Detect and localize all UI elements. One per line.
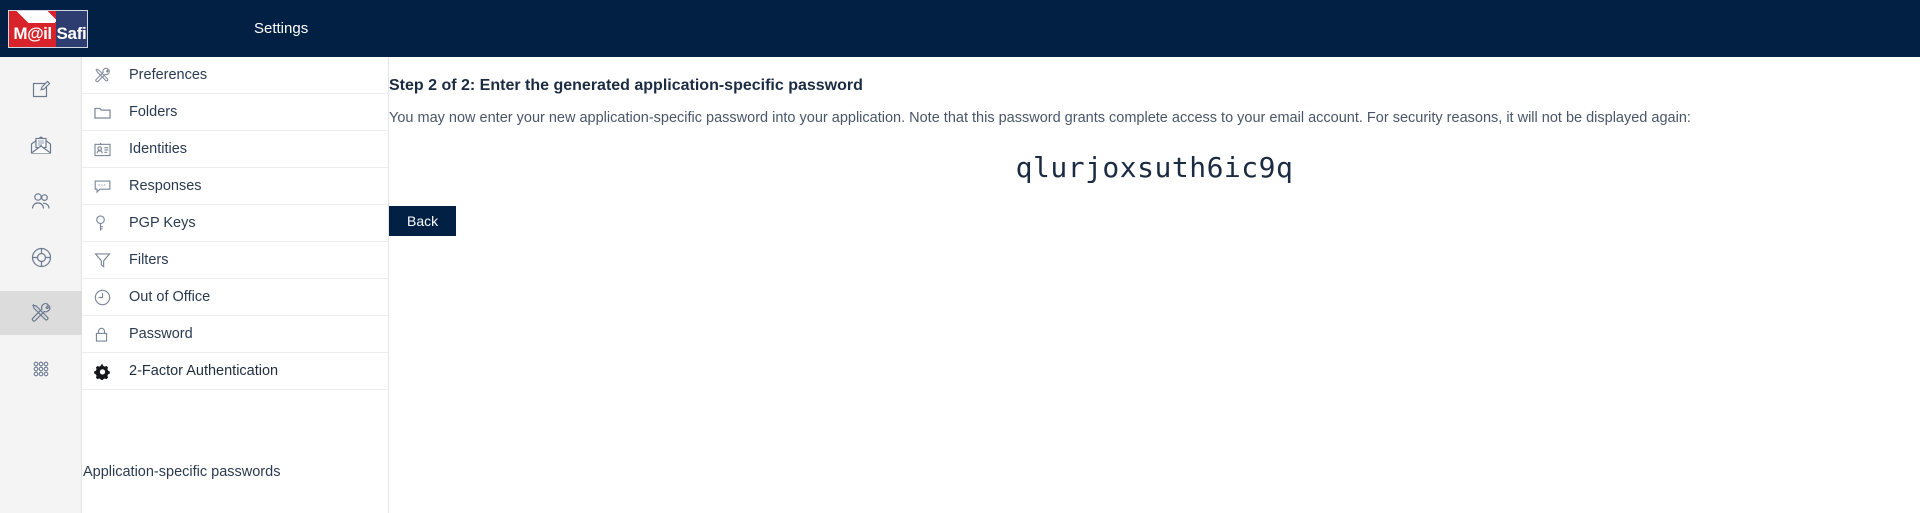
rail-item-contacts[interactable] (0, 179, 82, 223)
folder-icon (94, 105, 122, 120)
logo-text-mail: M@il (9, 22, 56, 47)
rail-item-settings[interactable] (0, 291, 82, 335)
speech-bubble-icon (94, 179, 122, 194)
application-specific-passwords-row[interactable]: Application-specific passwords (82, 457, 388, 513)
settings-menu: Preferences Folders Identities Responses… (82, 57, 388, 457)
rail-item-apps[interactable] (0, 347, 82, 391)
settings-item-label: 2-Factor Authentication (129, 363, 279, 379)
settings-item-preferences[interactable]: Preferences (82, 57, 388, 94)
compose-icon (31, 79, 51, 99)
settings-item-responses[interactable]: Responses (82, 168, 388, 205)
top-bar: M@il Safi Settings (0, 0, 1920, 57)
page-title: Step 2 of 2: Enter the generated applica… (389, 77, 863, 94)
tools-icon (94, 67, 122, 84)
generated-password-container: qlurjoxsuth6ic9q (389, 151, 1920, 184)
settings-item-label: PGP Keys (129, 215, 196, 231)
funnel-icon (94, 252, 122, 268)
settings-item-label: Password (129, 326, 193, 342)
settings-item-label: Responses (129, 178, 202, 194)
tools-icon (30, 302, 52, 324)
settings-item-label: Out of Office (129, 289, 211, 305)
settings-item-pgp-keys[interactable]: PGP Keys (82, 205, 388, 242)
logo-envelope-flap (9, 10, 87, 23)
settings-item-label: Folders (129, 104, 178, 120)
rail-item-mail[interactable] (0, 123, 82, 167)
settings-item-out-of-office[interactable]: Out of Office (82, 279, 388, 316)
application-specific-passwords-link[interactable]: Application-specific passwords (83, 464, 280, 480)
rail-item-compose[interactable] (0, 67, 82, 111)
envelope-open-icon (30, 135, 52, 155)
logo-flap-red (9, 10, 56, 23)
back-button[interactable]: Back (389, 206, 457, 236)
settings-item-password[interactable]: Password (82, 316, 388, 353)
settings-item-filters[interactable]: Filters (82, 242, 388, 279)
settings-item-2fa[interactable]: 2-Factor Authentication (82, 353, 388, 390)
gear-icon (94, 363, 122, 380)
id-card-icon (94, 142, 122, 157)
settings-item-label: Preferences (129, 67, 208, 83)
settings-item-identities[interactable]: Identities (82, 131, 388, 168)
lock-icon (94, 326, 122, 343)
settings-item-label: Filters (129, 252, 169, 268)
page-section-title: Settings (254, 20, 309, 37)
logo-wordmark: M@il Safi (9, 22, 87, 47)
settings-item-folders[interactable]: Folders (82, 94, 388, 131)
app-root: M@il Safi Settings Preferences Folders I… (0, 0, 1920, 513)
generated-password-value[interactable]: qlurjoxsuth6ic9q (1016, 151, 1294, 184)
lifebuoy-icon (31, 247, 52, 268)
key-icon (94, 214, 122, 232)
page-description: You may now enter your new application-s… (389, 110, 1691, 126)
main-content: Step 2 of 2: Enter the generated applica… (389, 57, 1920, 513)
clock-icon (94, 289, 122, 306)
logo-flap-navy (56, 10, 87, 23)
icon-rail (0, 57, 82, 513)
grid-dots-icon (31, 359, 51, 379)
people-icon (30, 191, 52, 211)
app-logo[interactable]: M@il Safi (8, 9, 88, 48)
rail-item-support[interactable] (0, 235, 82, 279)
logo-text-safi: Safi (56, 22, 87, 47)
settings-item-label: Identities (129, 141, 188, 157)
